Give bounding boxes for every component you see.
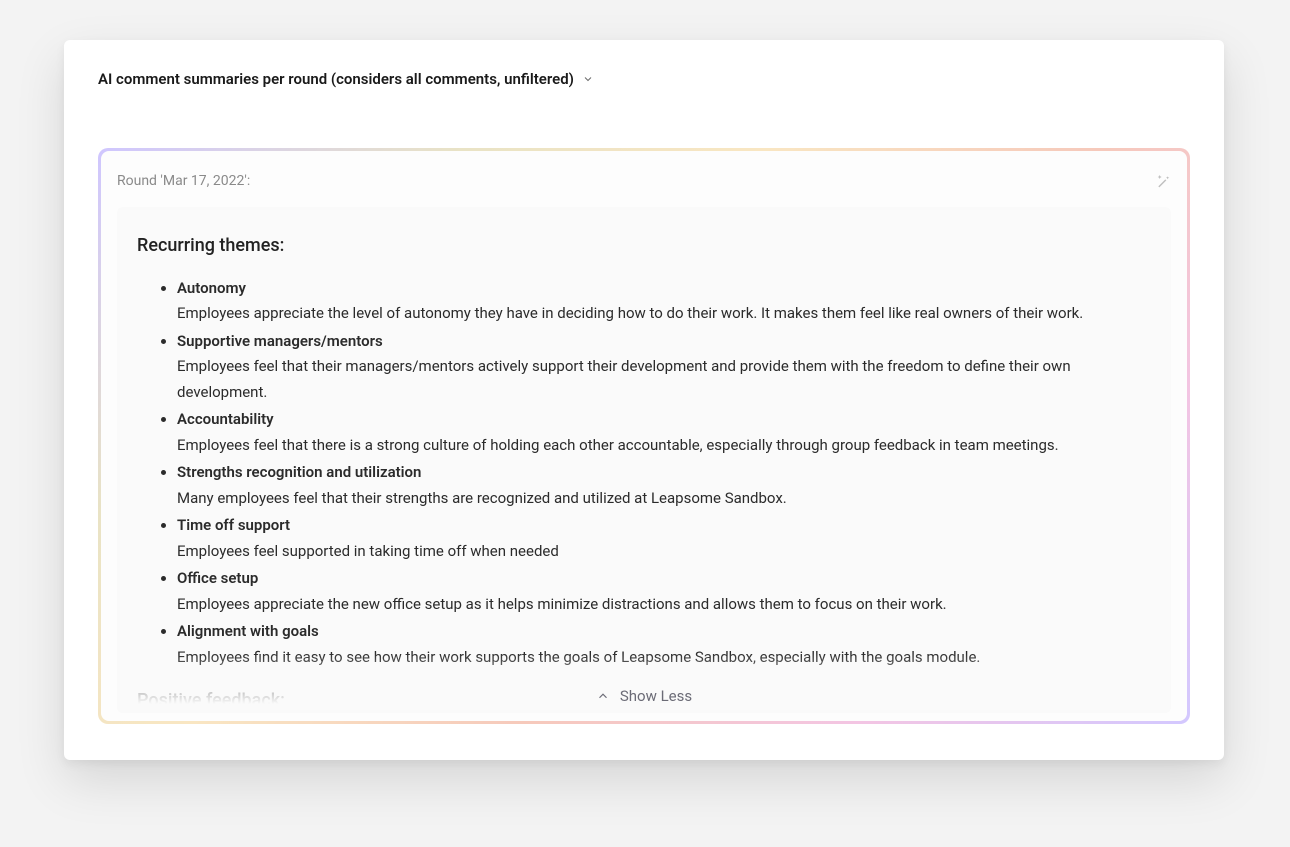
theme-title: Time off support [177,516,290,534]
theme-desc: Employees find it easy to see how their … [177,645,1151,671]
summary-card: AI comment summaries per round (consider… [64,40,1224,760]
gradient-frame: Round 'Mar 17, 2022': Recurring themes: … [98,148,1190,724]
list-item: Time off support Employees feel supporte… [177,513,1151,564]
theme-title: Alignment with goals [177,622,319,640]
theme-desc: Employees appreciate the level of autono… [177,301,1151,327]
round-label: Round 'Mar 17, 2022': [117,173,250,189]
theme-desc: Employees feel that there is a strong cu… [177,433,1151,459]
summary-content: Recurring themes: Autonomy Employees app… [117,231,1171,713]
summary-panel: Round 'Mar 17, 2022': Recurring themes: … [101,151,1187,721]
theme-title: Accountability [177,410,274,428]
list-item: Strengths recognition and utilization Ma… [177,460,1151,511]
round-header: Round 'Mar 17, 2022': [101,151,1187,201]
theme-desc: Employees appreciate the new office setu… [177,592,1151,618]
recurring-themes-heading: Recurring themes: [137,231,1151,262]
section-title-row: AI comment summaries per round (consider… [64,40,1224,88]
section-title: AI comment summaries per round (consider… [98,70,574,88]
theme-title: Autonomy [177,279,246,297]
theme-title: Strengths recognition and utilization [177,463,421,481]
list-item: Accountability Employees feel that there… [177,407,1151,458]
recurring-themes-list: Autonomy Employees appreciate the level … [137,276,1151,671]
list-item: Supportive managers/mentors Employees fe… [177,329,1151,406]
list-item: Office setup Employees appreciate the ne… [177,566,1151,617]
show-less-button[interactable]: Show Less [117,687,1171,705]
theme-desc: Employees feel supported in taking time … [177,539,1151,565]
magic-wand-icon [1155,173,1171,189]
chevron-up-icon [596,689,610,703]
show-less-label: Show Less [620,687,692,705]
theme-desc: Many employees feel that their strengths… [177,486,1151,512]
list-item: Autonomy Employees appreciate the level … [177,276,1151,327]
list-item: Alignment with goals Employees find it e… [177,619,1151,670]
theme-title: Supportive managers/mentors [177,332,383,350]
summary-scroll-area: Recurring themes: Autonomy Employees app… [117,207,1171,713]
theme-title: Office setup [177,569,258,587]
theme-desc: Employees feel that their managers/mento… [177,354,1151,405]
chevron-down-icon[interactable] [582,73,594,85]
